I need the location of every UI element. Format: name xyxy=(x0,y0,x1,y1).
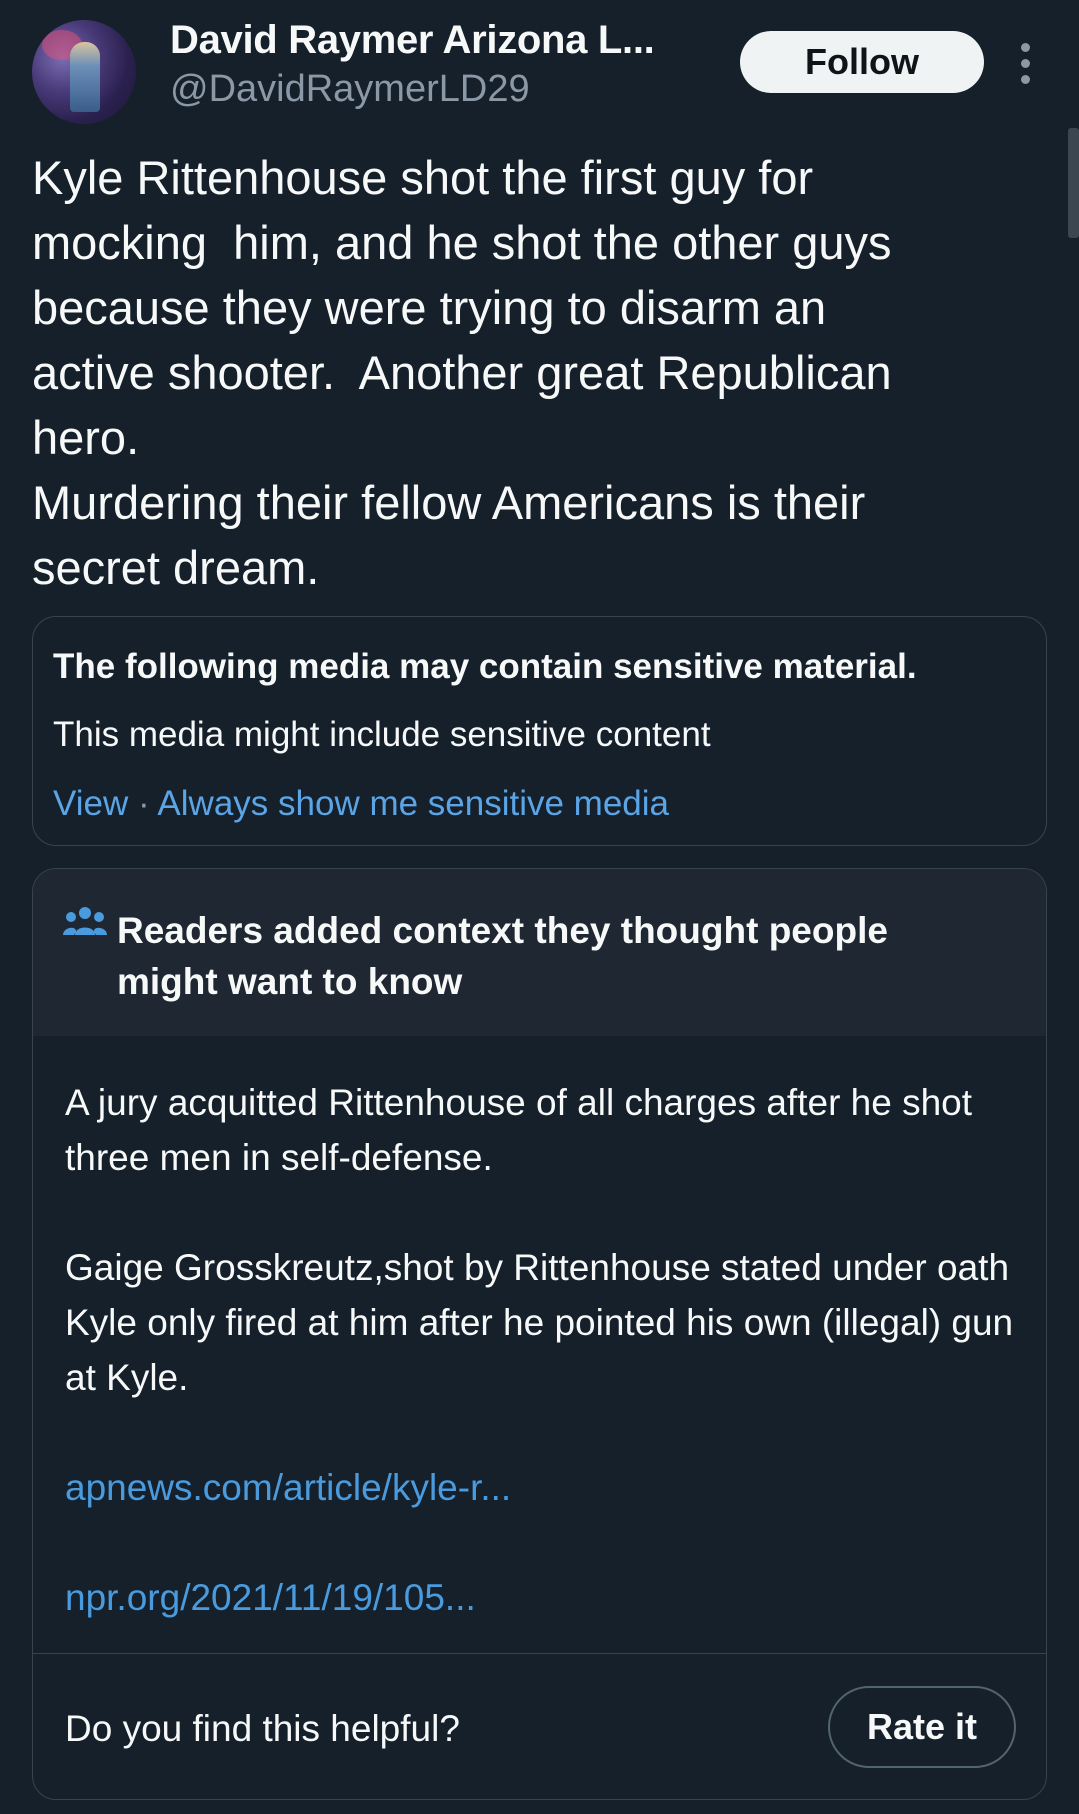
tweet-header: David Raymer Arizona L... @DavidRaymerLD… xyxy=(0,0,1079,130)
community-note: Readers added context they thought peopl… xyxy=(32,868,1047,1800)
more-options-icon[interactable] xyxy=(1012,40,1038,86)
rate-it-button[interactable]: Rate it xyxy=(828,1686,1016,1768)
note-source-link[interactable]: apnews.com/article/kyle-r... xyxy=(65,1460,1015,1515)
author-handle[interactable]: @DavidRaymerLD29 xyxy=(170,68,530,111)
tweet-text: Kyle Rittenhouse shot the first guy for … xyxy=(32,151,892,594)
scrollbar[interactable] xyxy=(1068,128,1079,238)
note-paragraph: Gaige Grosskreutz,shot by Rittenhouse st… xyxy=(65,1247,1014,1398)
helpful-row: Do you find this helpful? Rate it xyxy=(33,1653,1046,1799)
helpful-prompt: Do you find this helpful? xyxy=(65,1708,460,1749)
people-icon xyxy=(63,907,107,935)
follow-button[interactable]: Follow xyxy=(740,31,984,93)
avatar-figure xyxy=(70,42,100,112)
sensitive-media-warning: The following media may contain sensitiv… xyxy=(32,616,1047,846)
author-display-name[interactable]: David Raymer Arizona L... xyxy=(170,18,655,63)
community-note-header: Readers added context they thought peopl… xyxy=(33,869,1046,1036)
note-source-link[interactable]: npr.org/2021/11/19/105... xyxy=(65,1570,1015,1625)
sensitive-warning-description: This media might include sensitive conte… xyxy=(53,715,711,754)
community-note-body: A jury acquitted Rittenhouse of all char… xyxy=(65,1075,1015,1680)
sensitive-warning-title: The following media may contain sensitiv… xyxy=(53,647,917,686)
separator-dot: · xyxy=(128,784,158,823)
avatar[interactable] xyxy=(32,20,136,124)
sensitive-warning-actions: View · Always show me sensitive media xyxy=(53,784,669,824)
note-paragraph: A jury acquitted Rittenhouse of all char… xyxy=(65,1082,973,1178)
view-media-link[interactable]: View xyxy=(53,784,128,823)
community-note-title: Readers added context they thought peopl… xyxy=(117,910,888,1002)
always-show-sensitive-link[interactable]: Always show me sensitive media xyxy=(157,784,669,823)
